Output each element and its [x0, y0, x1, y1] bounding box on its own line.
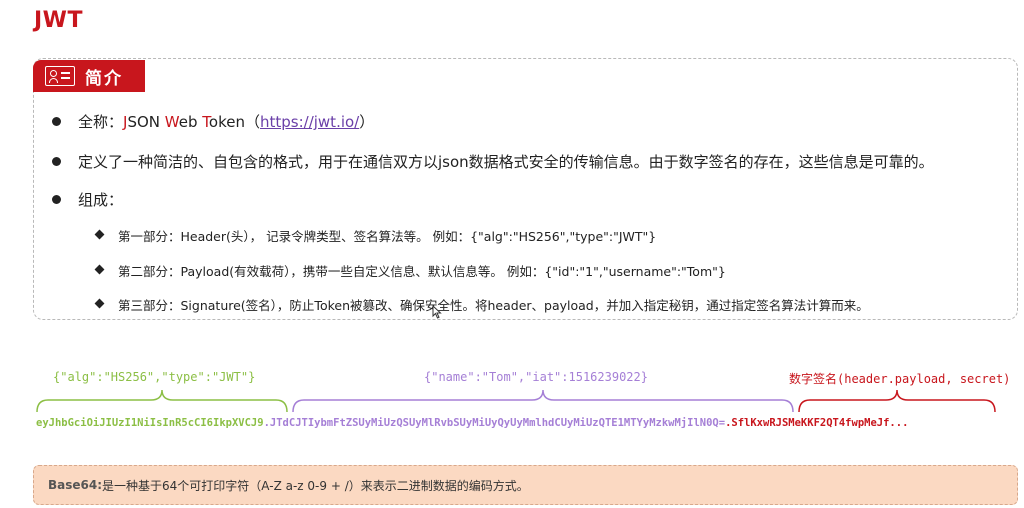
composition-line: 组成：	[78, 191, 124, 209]
part-header-line: 第一部分：Header(头）， 记录令牌类型、签名算法等。 例如：{"alg":…	[118, 229, 657, 244]
base64-label: Base64:	[48, 478, 103, 492]
payload-brace	[292, 389, 794, 413]
base64-text: 是一种基于64个可打印字符（A-Z a-z 0-9 + /）来表示二进制数据的编…	[102, 478, 529, 493]
page-title: JWT	[34, 8, 83, 33]
token-signature: SflKxwRJSMeKKF2QT4fwpMeJf...	[731, 417, 909, 429]
part-payload-line: 第二部分：Payload(有效载荷），携带一些自定义信息、默认信息等。 例如：{…	[118, 264, 726, 279]
token-header: eyJhbGciOiJIUzI1NiIsInR5cCI6IkpXVCJ9	[36, 417, 264, 429]
intro-tag-label: 简介	[85, 68, 123, 89]
jwt-token: eyJhbGciOiJIUzI1NiIsInR5cCI6IkpXVCJ9.JTd…	[36, 417, 909, 429]
bullet-icon	[52, 117, 61, 126]
signature-brace	[798, 389, 996, 413]
part-signature-line: 第三部分：Signature(签名），防止Token被篡改、确保安全性。将hea…	[118, 298, 869, 313]
bullet-icon	[52, 195, 61, 204]
bullet-icon	[52, 157, 61, 166]
signature-label: 数字签名(header.payload, secret)	[789, 372, 1011, 386]
payload-json-label: {"name":"Tom","iat":1516239022}	[424, 370, 648, 384]
intro-tag: 简介	[33, 60, 145, 92]
id-card-icon	[45, 66, 75, 86]
full-name-line: 全称：JSON Web Token（https://jwt.io/）	[78, 113, 375, 131]
mouse-cursor-icon	[432, 305, 442, 319]
jwt-io-link[interactable]: https://jwt.io/	[260, 113, 359, 131]
token-payload: JTdCJTIybmFtZSUyMiUzQSUyMlRvbSUyMiUyQyUy…	[269, 417, 726, 429]
header-json-label: {"alg":"HS256","type":"JWT"}	[53, 370, 256, 384]
intro-panel	[33, 58, 1018, 320]
definition-line: 定义了一种简洁的、自包含的格式，用于在通信双方以json数据格式安全的传输信息。…	[78, 153, 934, 171]
base64-note: Base64: 是一种基于64个可打印字符（A-Z a-z 0-9 + /）来表…	[33, 465, 1018, 505]
header-brace	[36, 389, 288, 413]
